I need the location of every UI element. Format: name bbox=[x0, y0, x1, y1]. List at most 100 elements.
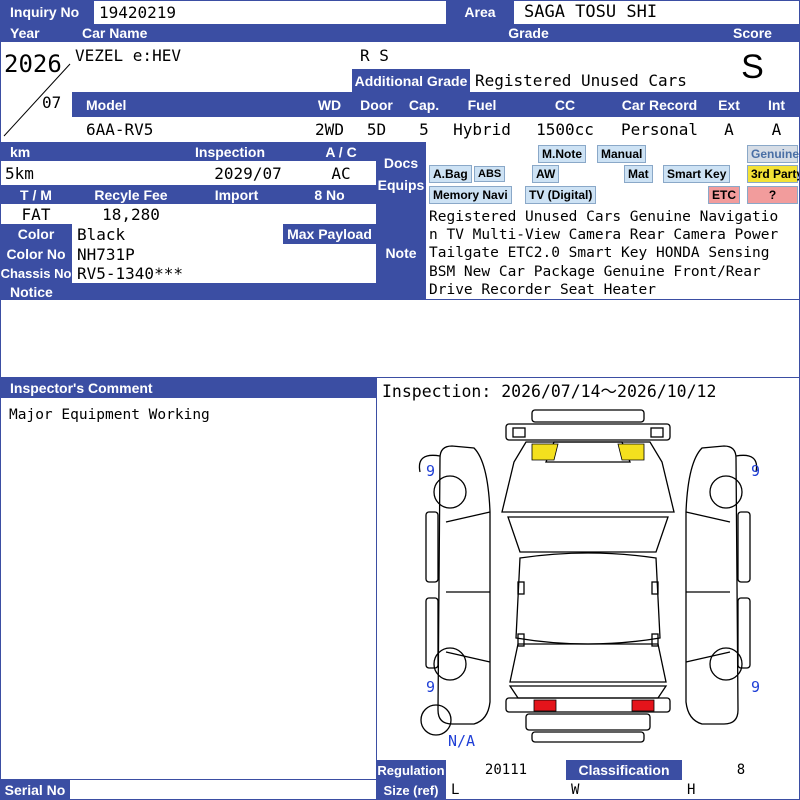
eight-no-value bbox=[283, 204, 376, 224]
rear-window bbox=[509, 643, 667, 683]
note-line: BSM New Car Package Genuine Front/Rear bbox=[429, 263, 761, 280]
tire-mark-rear-right: 9 bbox=[751, 678, 760, 696]
note-label: Note bbox=[376, 205, 426, 300]
car-name-label: Car Name bbox=[72, 24, 352, 42]
grade-value: R S bbox=[352, 42, 705, 69]
import-value bbox=[190, 204, 283, 224]
ac-value: AC bbox=[306, 161, 376, 185]
year-cell: 2026 07 bbox=[0, 42, 72, 140]
color-label: Color bbox=[0, 224, 72, 244]
docs-equips-label: Docs Equips bbox=[376, 142, 426, 205]
recycle-fee-label: Recyle Fee bbox=[72, 185, 190, 204]
tire-mark-front-right: 9 bbox=[751, 462, 760, 480]
equip-tag-unknown: ? bbox=[747, 186, 798, 204]
damage-mark-rear-left bbox=[533, 699, 557, 712]
month-value: 07 bbox=[42, 93, 62, 112]
cc-label: CC bbox=[516, 92, 614, 117]
size-ref-label: Size (ref) bbox=[376, 780, 446, 800]
model-value: 6AA-RV5 bbox=[72, 117, 306, 142]
damage-mark-rear-right bbox=[631, 699, 655, 712]
recycle-fee-value: 18,280 bbox=[72, 204, 190, 224]
car-name-value: VEZEL e:HEV bbox=[72, 42, 352, 92]
area-label: Area bbox=[446, 0, 514, 24]
ext-label: Ext bbox=[705, 92, 753, 117]
size-l: L bbox=[446, 780, 566, 800]
inquiry-no-value: 19420219 bbox=[94, 0, 446, 24]
divider bbox=[0, 0, 1, 800]
car-damage-diagram: 9 9 9 9 N/A bbox=[418, 409, 760, 750]
wd-value: 2WD bbox=[306, 117, 353, 142]
note-text: Registered Unused Cars Genuine Navigatio… bbox=[426, 205, 800, 300]
equip-tag-genuine: Genuine bbox=[747, 145, 799, 163]
equip-tag-aw: AW bbox=[532, 165, 560, 183]
fuel-value: Hybrid bbox=[448, 117, 516, 142]
car-record-value: Personal bbox=[614, 117, 705, 142]
fuel-label: Fuel bbox=[448, 92, 516, 117]
note-line: Drive Recorder Seat Heater bbox=[429, 281, 656, 298]
serial-no-value bbox=[70, 780, 376, 800]
year-value: 2026 bbox=[4, 50, 62, 78]
serial-no-label: Serial No bbox=[0, 780, 70, 800]
int-label: Int bbox=[753, 92, 800, 117]
score-label: Score bbox=[705, 24, 800, 42]
equip-tag-a-bag: A.Bag bbox=[429, 165, 472, 183]
score-value: S bbox=[705, 42, 800, 92]
car-record-label: Car Record bbox=[614, 92, 705, 117]
equip-tag-mat: Mat bbox=[624, 165, 653, 183]
ext-value: A bbox=[705, 117, 753, 142]
color-value: Black bbox=[72, 224, 283, 244]
spare-tire bbox=[420, 704, 452, 736]
additional-grade-value: Registered Unused Cars bbox=[470, 69, 705, 92]
equip-tag-manual: Manual bbox=[597, 145, 647, 163]
door-value: 5D bbox=[353, 117, 400, 142]
roof bbox=[515, 552, 661, 645]
equip-tag-m-note: M.Note bbox=[538, 145, 586, 163]
max-payload-value bbox=[283, 244, 376, 264]
cap-label: Cap. bbox=[400, 92, 448, 117]
classification-value: 8 bbox=[682, 760, 800, 780]
front-bumper-top bbox=[531, 409, 645, 423]
cap-value: 5 bbox=[400, 117, 448, 142]
import-label: Import bbox=[190, 185, 283, 204]
divider bbox=[0, 377, 800, 378]
model-label: Model bbox=[72, 92, 306, 117]
color-no-label: Color No bbox=[0, 244, 72, 264]
chassis-no-value: RV5-1340*** bbox=[72, 264, 376, 283]
tire-front-right bbox=[709, 475, 743, 509]
chassis-no-label: Chassis No bbox=[0, 264, 72, 283]
left-side-body bbox=[437, 445, 491, 725]
eight-no-label: 8 No bbox=[283, 185, 376, 204]
divider bbox=[0, 779, 376, 780]
inspection-period: Inspection: 2026/07/14～2026/10/12 bbox=[376, 378, 800, 402]
max-payload-label: Max Payload bbox=[283, 224, 376, 244]
notice-label: Notice bbox=[0, 283, 376, 300]
area-value: SAGA TOSU SHI bbox=[514, 0, 800, 24]
equip-tag-abs: ABS bbox=[474, 166, 506, 182]
front-bumper bbox=[505, 423, 671, 441]
size-h: H bbox=[682, 780, 800, 800]
equip-tag-tv-digital: TV (Digital) bbox=[525, 186, 597, 204]
size-w: W bbox=[566, 780, 682, 800]
door-label: Door bbox=[353, 92, 400, 117]
ac-label: A / C bbox=[306, 142, 376, 161]
inspection-value: 2029/07 bbox=[190, 161, 306, 185]
divider bbox=[0, 299, 800, 300]
regulation-value: 20111 bbox=[446, 760, 566, 780]
tm-label: T / M bbox=[0, 185, 72, 204]
wd-label: WD bbox=[306, 92, 353, 117]
equip-tag-3rd-party: 3rd Party bbox=[747, 165, 800, 183]
windshield bbox=[507, 516, 669, 553]
note-line: n TV Multi-View Camera Rear Camera Power bbox=[429, 227, 779, 244]
equip-tag-etc: ETC bbox=[708, 186, 740, 204]
equip-tag-smart-key: Smart Key bbox=[663, 165, 731, 183]
notice-body bbox=[0, 300, 800, 378]
right-side-body bbox=[685, 445, 739, 725]
tire-mark-front-left: 9 bbox=[426, 462, 435, 480]
year-label: Year bbox=[0, 24, 72, 42]
km-value: 5km bbox=[0, 161, 190, 185]
tire-front-left bbox=[433, 475, 467, 509]
additional-grade-label: Additional Grade bbox=[352, 69, 470, 92]
color-no-value: NH731P bbox=[72, 244, 283, 264]
damage-mark-front-right bbox=[617, 443, 645, 461]
grade-label: Grade bbox=[352, 24, 705, 42]
